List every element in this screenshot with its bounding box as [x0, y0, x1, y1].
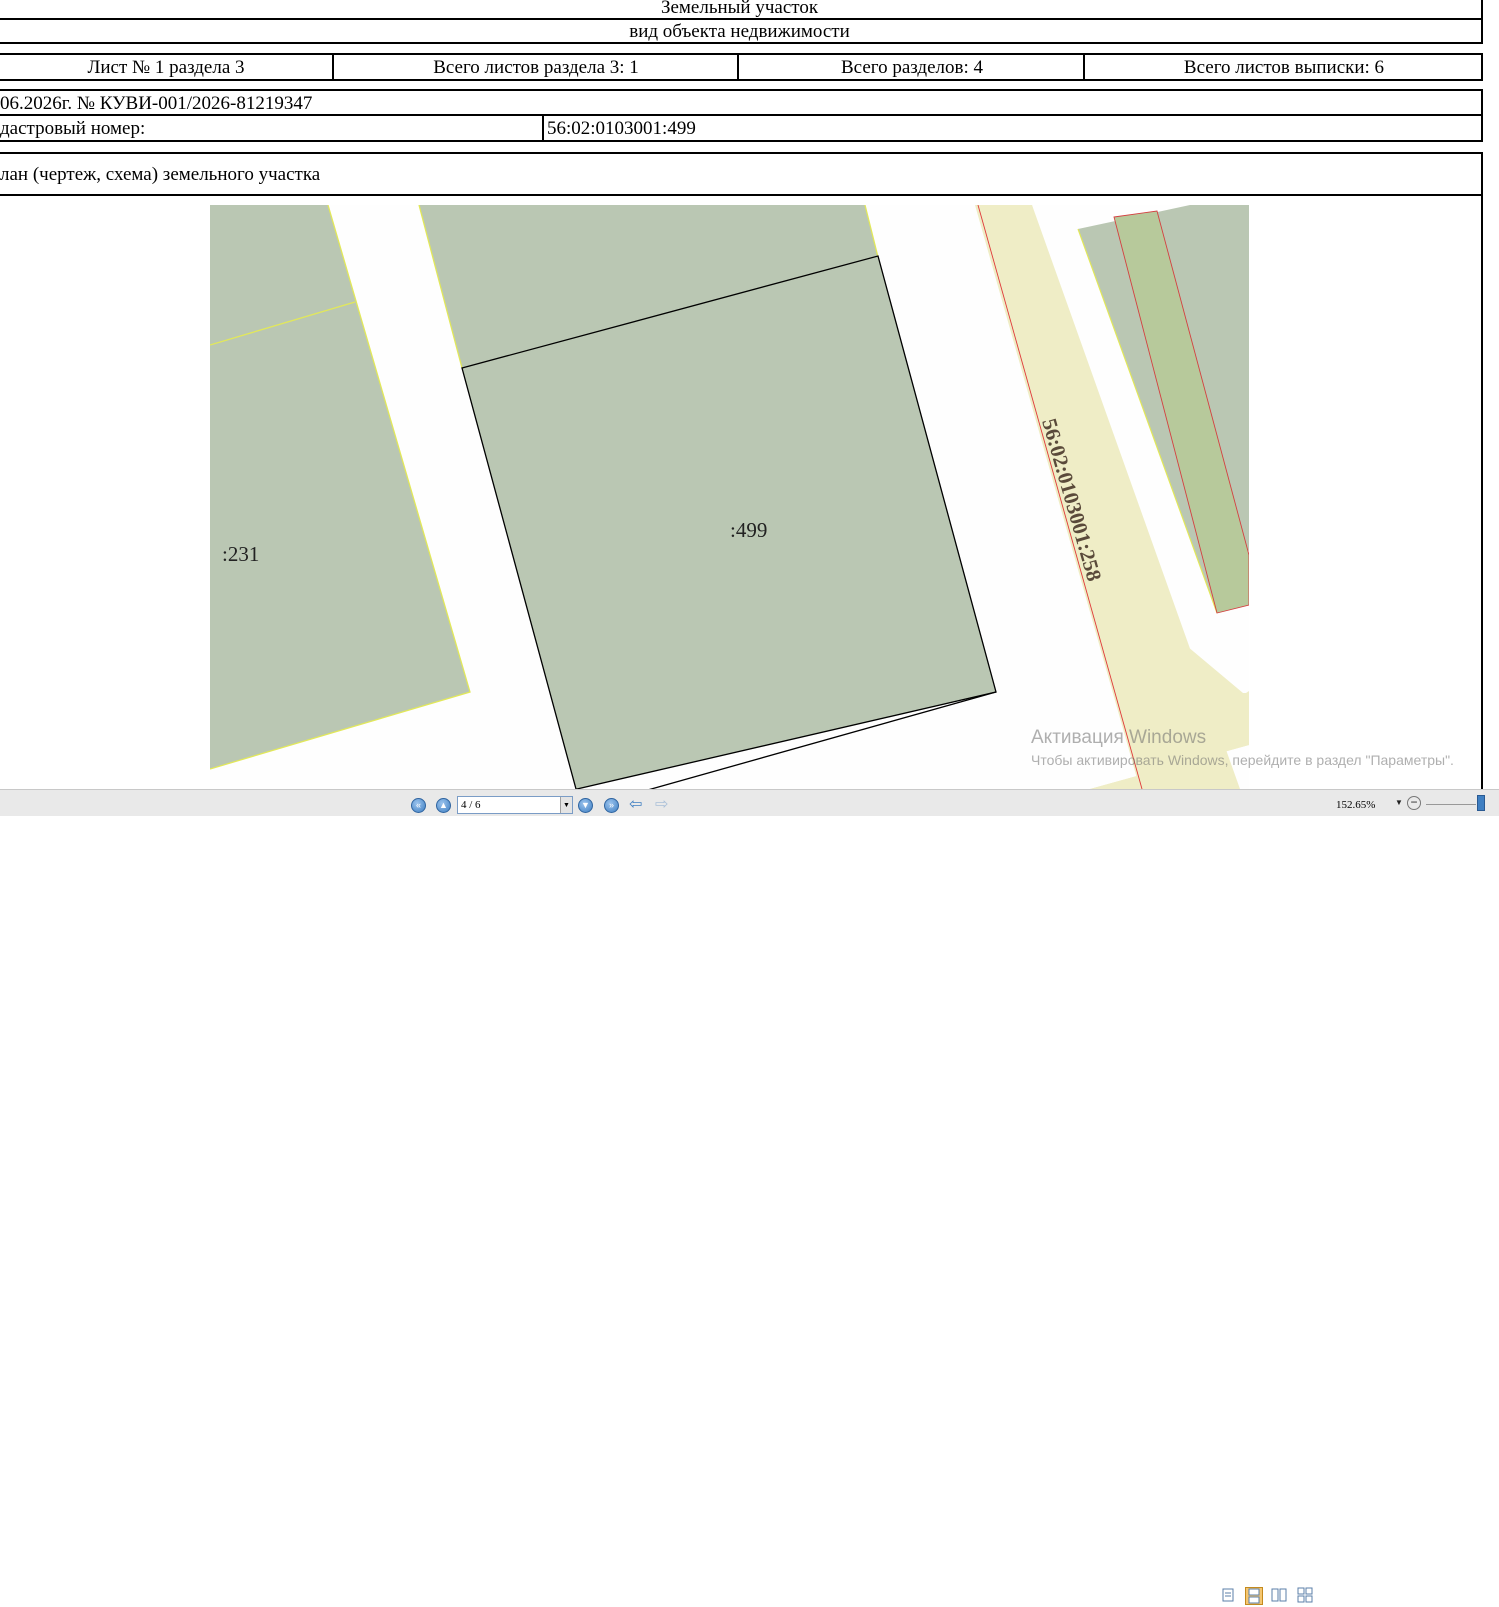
plan-title-divider	[0, 194, 1481, 196]
zoom-out-icon[interactable]: −	[1407, 796, 1421, 810]
windows-activation-text: Чтобы активировать Windows, перейдите в …	[1031, 752, 1454, 768]
continuous-view-icon[interactable]	[1245, 1587, 1263, 1605]
cell-divider	[542, 116, 544, 140]
zoom-level[interactable]: 152.65%	[1336, 797, 1375, 813]
parcel-map: :499 :231 56:02:0103001:258	[210, 205, 1249, 789]
zoom-dropdown-icon[interactable]: ▼	[1395, 798, 1403, 807]
back-icon[interactable]: ⇦	[629, 797, 642, 813]
prev-page-icon[interactable]: ▲	[436, 798, 451, 813]
zoom-slider-thumb[interactable]	[1477, 795, 1485, 811]
left-parcel-label: :231	[222, 542, 259, 566]
page-number-input[interactable]: 4 / 6 ▼	[457, 796, 573, 814]
cadastral-label: дастровый номер:	[0, 118, 146, 139]
sheet-info-row: Лист № 1 раздела 3 Всего листов раздела …	[0, 53, 1483, 81]
neighbor-parcel-left	[210, 205, 470, 769]
extract-sheets-total: Всего листов выписки: 6	[1183, 57, 1385, 78]
date-and-number: 06.2026г. № КУВИ-001/2026-81219347	[0, 93, 313, 114]
two-page-view-icon[interactable]	[1271, 1587, 1289, 1605]
windows-activation-title: Активация Windows	[1031, 727, 1207, 748]
parcel-map-svg: :499 :231 56:02:0103001:258	[210, 205, 1249, 789]
last-page-icon[interactable]: »	[604, 798, 619, 813]
sections-total: Всего разделов: 4	[840, 57, 984, 78]
object-subtitle-row: вид объекта недвижимости	[0, 18, 1483, 44]
document-page: Земельный участок вид объекта недвижимос…	[0, 0, 1499, 789]
cadastral-row: дастровый номер: 56:02:0103001:499	[0, 114, 1483, 142]
cadastral-value: 56:02:0103001:499	[547, 118, 696, 139]
thumbnails-view-icon[interactable]	[1297, 1587, 1315, 1605]
viewer-toolbar: « ▲ ▼ » ⇦ ⇨ ▼ −	[0, 789, 1499, 1605]
main-parcel-label: :499	[730, 518, 767, 542]
forward-icon[interactable]: ⇨	[655, 797, 668, 813]
plan-title: лан (чертеж, схема) земельного участка	[0, 164, 321, 185]
page-dropdown-icon[interactable]: ▼	[560, 797, 572, 813]
next-page-icon[interactable]: ▼	[578, 798, 593, 813]
date-number-row: 06.2026г. № КУВИ-001/2026-81219347	[0, 89, 1483, 116]
section-sheets-total: Всего листов раздела 3: 1	[433, 57, 639, 78]
object-title: Земельный участок	[660, 0, 819, 18]
page-number-value: 4 / 6	[461, 799, 481, 811]
sheet-number: Лист № 1 раздела 3	[87, 57, 245, 78]
single-page-view-icon[interactable]	[1220, 1587, 1238, 1605]
zoom-slider-track[interactable]	[1426, 804, 1476, 805]
object-subtitle: вид объекта недвижимости	[629, 21, 850, 42]
object-title-row: Земельный участок	[0, 0, 1483, 20]
first-page-icon[interactable]: «	[411, 798, 426, 813]
